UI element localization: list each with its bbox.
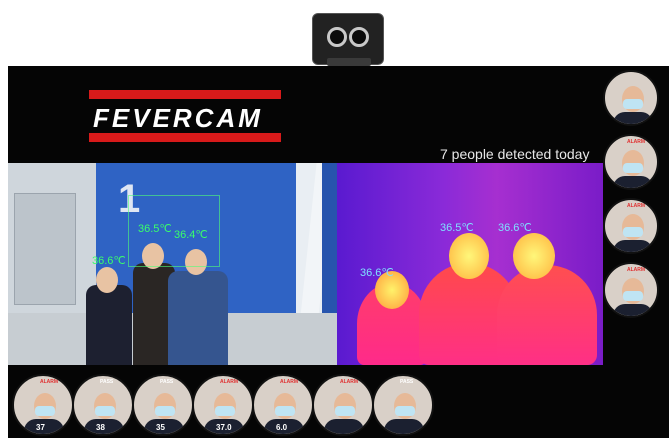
capture-temperature: 37.0 <box>216 423 232 432</box>
side-capture-avatar[interactable] <box>603 70 659 126</box>
capture-status: PASS <box>100 379 114 385</box>
bottom-capture-avatar[interactable]: ALARM 37 <box>12 374 74 436</box>
bottom-capture-avatar[interactable]: PASS 35 <box>132 374 194 436</box>
fevercam-device <box>312 13 384 66</box>
people-count: 7 people detected today <box>440 146 590 162</box>
capture-temperature: 35 <box>156 423 165 432</box>
capture-status: ALARM <box>220 379 239 385</box>
visual-temp-tag: 36.5℃ <box>138 223 172 235</box>
body <box>613 176 653 188</box>
thermal-figure-right <box>497 265 597 365</box>
capture-status: ALARM <box>340 379 359 385</box>
side-capture-avatar[interactable]: ALARM <box>603 198 659 254</box>
logo-text: FEVERCAM <box>93 103 263 133</box>
person-right <box>168 271 228 365</box>
mask <box>215 406 235 416</box>
visual-temp-tag: 36.6℃ <box>92 255 126 267</box>
capture-status: PASS <box>400 379 414 385</box>
fevercam-logo: FEVERCAM <box>89 90 281 142</box>
mask <box>395 406 415 416</box>
capture-status: PASS <box>160 379 174 385</box>
person-photographer <box>86 285 132 365</box>
mask <box>335 406 355 416</box>
body <box>324 419 364 434</box>
thermal-temp-tag: 36.6℃ <box>360 267 394 279</box>
mask <box>95 406 115 416</box>
thermal-temp-tag: 36.6℃ <box>498 222 532 234</box>
mask <box>623 227 643 237</box>
capture-status: ALARM <box>40 379 59 385</box>
thermal-head-right <box>513 233 555 279</box>
bottom-capture-avatar[interactable]: ALARM <box>312 374 374 436</box>
mask <box>623 99 643 109</box>
mask <box>275 406 295 416</box>
side-capture-avatar[interactable]: ALARM <box>603 134 659 190</box>
body <box>613 304 653 316</box>
mask <box>623 291 643 301</box>
capture-temperature: 38 <box>96 423 105 432</box>
bottom-capture-avatar[interactable]: PASS 38 <box>72 374 134 436</box>
capture-status: ALARM <box>627 203 646 209</box>
capture-status: ALARM <box>280 379 299 385</box>
logo-bar-bottom <box>89 133 281 142</box>
mask <box>155 406 175 416</box>
body <box>613 112 653 124</box>
mask <box>35 406 55 416</box>
camera-lens-left <box>327 27 347 47</box>
visual-temp-tag: 36.4℃ <box>174 229 208 241</box>
capture-temperature: 37 <box>36 423 45 432</box>
door <box>14 193 76 305</box>
bottom-capture-avatar[interactable]: ALARM 6.0 <box>252 374 314 436</box>
body <box>613 240 653 252</box>
thermal-camera-feed <box>337 163 603 365</box>
capture-temperature: 6.0 <box>276 423 288 432</box>
bottom-capture-avatar[interactable]: ALARM 37.0 <box>192 374 254 436</box>
capture-status: ALARM <box>627 267 646 273</box>
logo-bar-top <box>89 90 281 99</box>
thermal-temp-tag: 36.5℃ <box>440 222 474 234</box>
body <box>384 419 424 434</box>
bottom-capture-list: ALARM 37 PASS 38 PASS 35 ALARM 37.0 ALAR… <box>8 368 669 438</box>
bottom-capture-avatar[interactable]: PASS <box>372 374 434 436</box>
capture-status: ALARM <box>627 139 646 145</box>
thermal-head-middle <box>449 233 489 279</box>
camera-mount <box>327 58 371 66</box>
camera-lens-right <box>349 27 369 47</box>
side-capture-avatar[interactable]: ALARM <box>603 262 659 318</box>
side-capture-list: ALARM ALARM ALARM <box>603 70 661 355</box>
mask <box>623 163 643 173</box>
person-photographer-head <box>96 267 118 293</box>
